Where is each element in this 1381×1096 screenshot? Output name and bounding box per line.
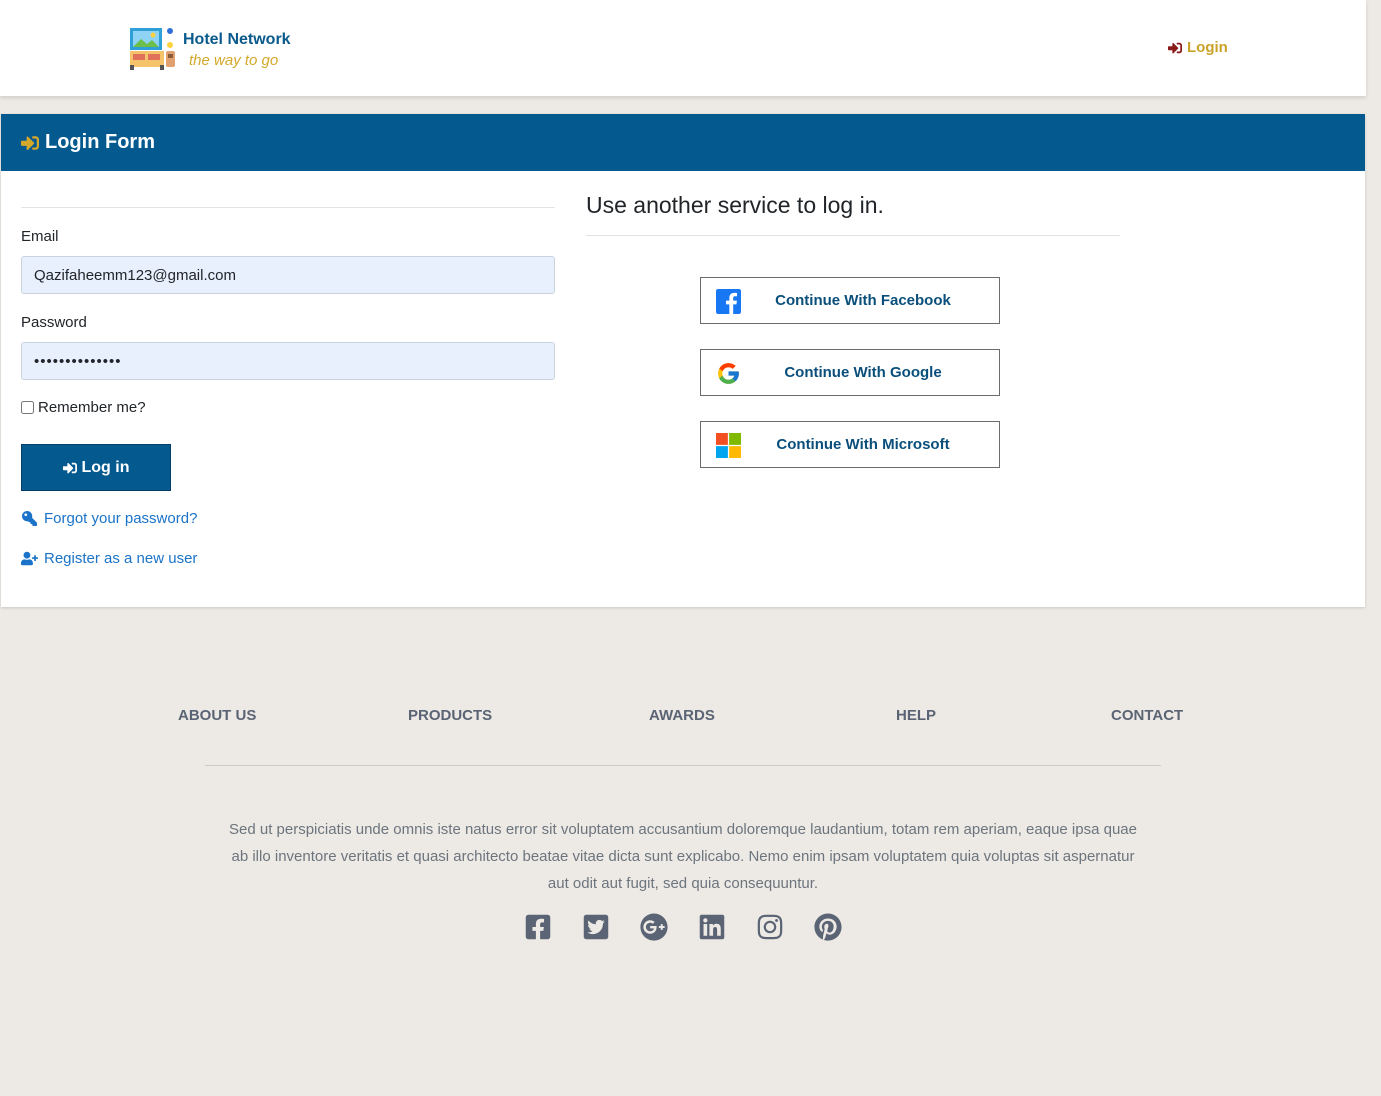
sign-in-icon bbox=[62, 462, 77, 473]
divider bbox=[21, 207, 555, 208]
hotel-logo-icon[interactable] bbox=[129, 27, 177, 71]
sign-in-icon bbox=[21, 135, 39, 150]
brand-name[interactable]: Hotel Network bbox=[183, 31, 291, 49]
forgot-password-link[interactable]: Forgot your password? bbox=[21, 510, 197, 527]
google-plus-icon[interactable] bbox=[640, 913, 668, 941]
brand-tagline: the way to go bbox=[189, 52, 279, 69]
card-title: Login Form bbox=[45, 131, 155, 153]
email-field[interactable] bbox=[21, 256, 555, 294]
facebook-login-label: Continue With Facebook bbox=[775, 292, 951, 309]
footer-link-products[interactable]: PRODUCTS bbox=[408, 707, 492, 724]
key-icon bbox=[22, 511, 37, 526]
header-login-label: Login bbox=[1187, 39, 1228, 56]
remember-me-label: Remember me? bbox=[38, 399, 146, 416]
footer-link-about-us[interactable]: ABOUT US bbox=[178, 707, 256, 724]
password-label: Password bbox=[21, 314, 87, 331]
login-submit-button[interactable]: Log in bbox=[21, 444, 171, 491]
register-link[interactable]: Register as a new user bbox=[21, 550, 197, 567]
footer-link-awards[interactable]: AWARDS bbox=[649, 707, 715, 724]
footer-link-help[interactable]: HELP bbox=[896, 707, 936, 724]
footer-description: Sed ut perspiciatis unde omnis iste natu… bbox=[229, 821, 1137, 892]
email-label: Email bbox=[21, 228, 59, 245]
instagram-icon[interactable] bbox=[756, 913, 784, 941]
footer-social-icons bbox=[524, 913, 842, 941]
microsoft-login-button[interactable]: Continue With Microsoft bbox=[700, 421, 1000, 468]
login-card: Login Form Email Password Remember me? L… bbox=[1, 114, 1365, 607]
remember-me[interactable]: Remember me? bbox=[21, 399, 146, 416]
footer-link-contact[interactable]: CONTACT bbox=[1111, 707, 1183, 724]
twitter-square-icon[interactable] bbox=[582, 913, 610, 941]
card-header: Login Form bbox=[1, 114, 1365, 171]
login-submit-label: Log in bbox=[81, 458, 130, 476]
google-login-label: Continue With Google bbox=[784, 364, 942, 381]
google-login-button[interactable]: Continue With Google bbox=[700, 349, 1000, 396]
top-header: Hotel Network the way to go Login bbox=[0, 0, 1366, 96]
linkedin-icon[interactable] bbox=[698, 913, 726, 941]
facebook-login-button[interactable]: Continue With Facebook bbox=[700, 277, 1000, 324]
divider bbox=[586, 235, 1120, 236]
header-login-link[interactable]: Login bbox=[1168, 39, 1228, 56]
microsoft-login-label: Continue With Microsoft bbox=[776, 436, 950, 453]
microsoft-icon bbox=[716, 433, 741, 458]
sign-in-icon bbox=[1168, 42, 1182, 53]
footer-divider bbox=[205, 765, 1161, 766]
register-label: Register as a new user bbox=[44, 550, 198, 567]
forgot-password-label: Forgot your password? bbox=[44, 510, 198, 527]
remember-me-checkbox[interactable] bbox=[21, 401, 34, 414]
password-field[interactable] bbox=[21, 342, 555, 380]
facebook-square-icon[interactable] bbox=[524, 913, 552, 941]
google-icon bbox=[718, 363, 739, 384]
pinterest-icon[interactable] bbox=[814, 913, 842, 941]
footer-nav: ABOUT US PRODUCTS AWARDS HELP CONTACT bbox=[0, 707, 1381, 727]
facebook-icon bbox=[716, 289, 741, 314]
external-login-title: Use another service to log in. bbox=[586, 192, 884, 218]
user-plus-icon bbox=[21, 551, 38, 566]
